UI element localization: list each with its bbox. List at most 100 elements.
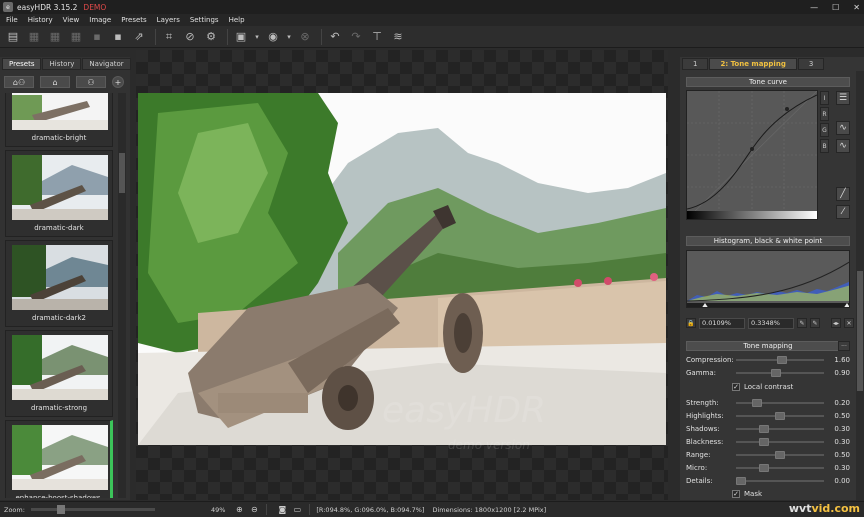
preset-group-button[interactable]: ⌂⚇ xyxy=(4,76,34,88)
export-icon[interactable]: ⇗ xyxy=(130,28,148,46)
dropdown-icon[interactable]: ▾ xyxy=(253,28,261,46)
gamma-value[interactable]: 0.90 xyxy=(828,369,850,377)
blackness-slider[interactable] xyxy=(736,438,824,446)
menu-help[interactable]: Help xyxy=(229,16,245,24)
curve-reset-icon[interactable]: ⁄ xyxy=(836,205,850,219)
shadows-knob[interactable] xyxy=(759,425,770,433)
zoom-in-icon[interactable]: ⊕ xyxy=(233,504,245,515)
monitor-icon[interactable]: ▭ xyxy=(291,504,303,515)
preset-item[interactable]: dramatic-strong xyxy=(5,330,113,417)
channel-intensity[interactable]: I xyxy=(820,91,829,105)
menu-file[interactable]: File xyxy=(6,16,18,24)
layers-icon[interactable]: ≋ xyxy=(389,28,407,46)
zoom-slider[interactable] xyxy=(30,505,155,514)
blackness-knob[interactable] xyxy=(759,438,770,446)
tone-mapping-header[interactable]: Tone mapping xyxy=(686,341,850,351)
highlights-slider[interactable] xyxy=(736,412,824,420)
histogram-graph[interactable] xyxy=(686,250,850,308)
black-picker-icon[interactable]: ✎ xyxy=(797,318,807,328)
micro-slider[interactable] xyxy=(736,464,824,472)
curve-linear-icon[interactable]: ╱ xyxy=(836,187,850,201)
zoom-out-icon[interactable]: ⊖ xyxy=(248,504,260,515)
strength-knob[interactable] xyxy=(751,399,762,407)
black-point-field[interactable]: 0.0109% xyxy=(699,317,745,329)
camera-icon[interactable]: ◙ xyxy=(276,504,288,515)
scrollbar-thumb[interactable] xyxy=(857,271,863,391)
zoom-knob[interactable] xyxy=(56,505,65,514)
preset-scrollbar[interactable] xyxy=(118,93,126,498)
tab-navigator[interactable]: Navigator xyxy=(82,58,131,70)
channel-green[interactable]: G xyxy=(820,123,829,137)
menu-layers[interactable]: Layers xyxy=(157,16,180,24)
range-knob[interactable] xyxy=(775,451,785,459)
stop-icon[interactable]: ⊗ xyxy=(296,28,314,46)
preset-item[interactable]: dramatic-bright xyxy=(5,93,113,147)
tone-curve-graph[interactable] xyxy=(686,90,818,220)
open-icon[interactable]: ▦ xyxy=(25,28,43,46)
gamma-knob[interactable] xyxy=(771,369,782,377)
auto-levels-icon[interactable]: ◂▸ xyxy=(831,318,841,328)
histogram-header[interactable]: Histogram, black & white point xyxy=(686,236,850,246)
white-point-field[interactable]: 0.3348% xyxy=(748,317,794,329)
strength-slider[interactable] xyxy=(736,399,824,407)
maximize-button[interactable]: ☐ xyxy=(832,3,839,12)
image-icon[interactable]: ▣ xyxy=(232,28,250,46)
add-preset-icon[interactable]: + xyxy=(112,76,124,88)
curve-smooth-icon[interactable]: ∿ xyxy=(836,139,850,153)
curve-preset-icon[interactable]: ∿ xyxy=(836,121,850,135)
highlights-knob[interactable] xyxy=(775,412,785,420)
micro-knob[interactable] xyxy=(759,464,770,472)
micro-value[interactable]: 0.30 xyxy=(828,464,850,472)
lock-icon[interactable]: 🔒 xyxy=(686,318,696,328)
menu-presets[interactable]: Presets xyxy=(121,16,146,24)
align-icon[interactable]: ⊤ xyxy=(368,28,386,46)
close-button[interactable]: ✕ xyxy=(853,3,860,12)
right-panel-scrollbar[interactable] xyxy=(856,71,864,500)
tab-presets[interactable]: Presets xyxy=(2,58,42,70)
curve-list-icon[interactable]: ☰ xyxy=(836,91,850,105)
menu-image[interactable]: Image xyxy=(89,16,111,24)
tab-history[interactable]: History xyxy=(42,58,82,70)
range-slider[interactable] xyxy=(736,451,824,459)
details-value[interactable]: 0.00 xyxy=(828,477,850,485)
preset-item-selected[interactable]: enhance-boost-shadows xyxy=(5,420,113,498)
details-knob[interactable] xyxy=(736,477,746,485)
navigate-back-icon[interactable]: ◉ xyxy=(264,28,282,46)
open-raw-icon[interactable]: ▦ xyxy=(46,28,64,46)
blackness-value[interactable]: 0.30 xyxy=(828,438,850,446)
details-slider[interactable] xyxy=(736,477,824,485)
channel-blue[interactable]: B xyxy=(820,139,829,153)
menu-settings[interactable]: Settings xyxy=(190,16,219,24)
tab-step-1[interactable]: 1 xyxy=(682,58,709,70)
compression-knob[interactable] xyxy=(777,356,788,364)
preset-item[interactable]: dramatic-dark2 xyxy=(5,240,113,327)
tab-step-3[interactable]: 3 xyxy=(797,58,825,70)
minimize-button[interactable]: — xyxy=(810,3,818,12)
preset-item[interactable]: dramatic-dark xyxy=(5,150,113,237)
compression-slider[interactable] xyxy=(736,356,824,364)
crop-icon[interactable]: ⌗ xyxy=(160,28,178,46)
menu-view[interactable]: View xyxy=(63,16,80,24)
save-icon[interactable]: ▪ xyxy=(88,28,106,46)
shadows-value[interactable]: 0.30 xyxy=(828,425,850,433)
user-icon[interactable]: ⚇ xyxy=(76,76,106,88)
tab-tone-mapping[interactable]: 2: Tone mapping xyxy=(709,58,797,70)
menu-history[interactable]: History xyxy=(28,16,53,24)
compression-value[interactable]: 1.60 xyxy=(828,356,850,364)
redo-icon[interactable]: ↷ xyxy=(347,28,365,46)
home-icon[interactable]: ⌂ xyxy=(40,76,70,88)
image-canvas[interactable]: easyHDR demo version xyxy=(136,50,668,500)
mask-checkbox[interactable]: ✓ xyxy=(732,490,740,498)
white-picker-icon[interactable]: ✎ xyxy=(810,318,820,328)
highlights-value[interactable]: 0.50 xyxy=(828,412,850,420)
range-value[interactable]: 0.50 xyxy=(828,451,850,459)
local-contrast-checkbox[interactable]: ✓ xyxy=(732,383,740,391)
save-as-icon[interactable]: ▪ xyxy=(109,28,127,46)
reset-levels-icon[interactable]: ✕ xyxy=(844,318,854,328)
batch-icon[interactable]: ▦ xyxy=(67,28,85,46)
channel-red[interactable]: R xyxy=(820,107,829,121)
strength-value[interactable]: 0.20 xyxy=(828,399,850,407)
scrollbar-thumb[interactable] xyxy=(119,153,125,193)
undo-icon[interactable]: ↶ xyxy=(326,28,344,46)
tone-curve-header[interactable]: Tone curve xyxy=(686,77,850,87)
